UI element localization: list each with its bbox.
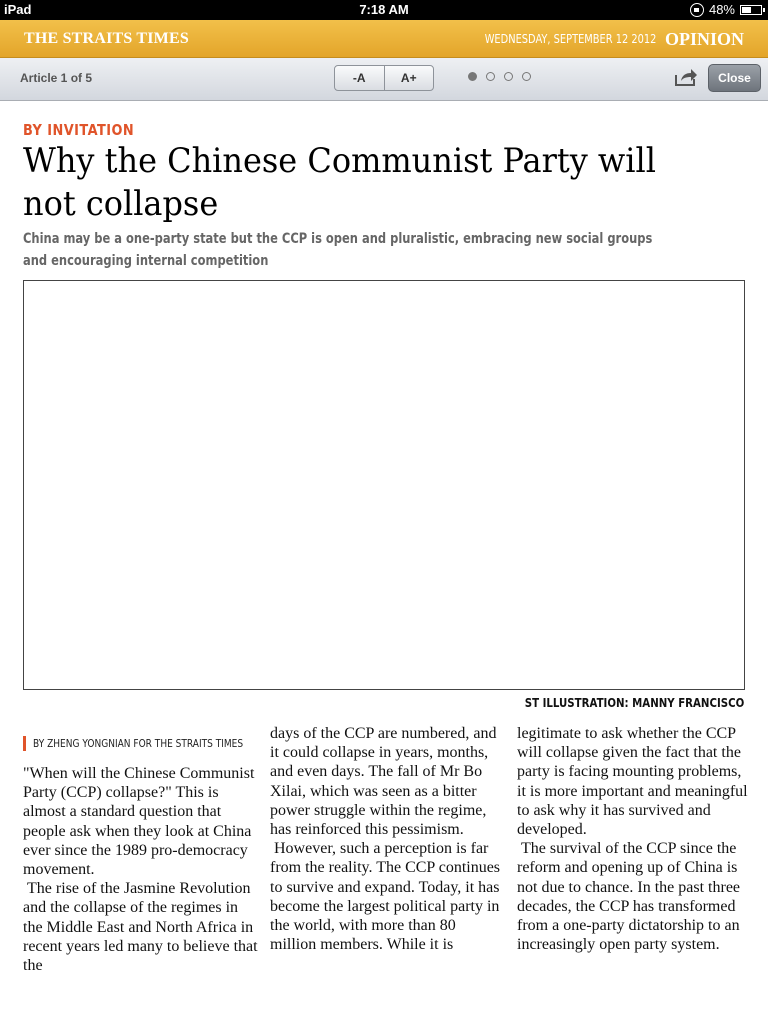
article-column-2: days of the CCP are numbered, and it cou…	[270, 724, 505, 954]
clock: 7:18 AM	[359, 2, 409, 17]
page-dot[interactable]	[522, 72, 531, 81]
paragraph: legitimate to ask whether the CCP will c…	[517, 725, 748, 839]
status-bar: iPad 7:18 AM 48%	[0, 0, 768, 20]
article-toolbar: Article 1 of 5 -A A+ Close	[0, 58, 768, 101]
article-headline: Why the Chinese Communist Party will not…	[23, 141, 656, 224]
article-illustration[interactable]	[23, 280, 745, 690]
paragraph: The survival of the CCP since the reform…	[517, 840, 741, 954]
article-column-1: "When will the Chinese Communist Party (…	[23, 764, 258, 975]
image-credit: ST ILLUSTRATION: MANNY FRANCISCO	[524, 696, 744, 710]
battery-percent: 48%	[708, 2, 735, 17]
paragraph: However, such a perception is far from t…	[270, 840, 501, 954]
article-kicker: BY INVITATION	[23, 121, 135, 139]
page-dot[interactable]	[468, 72, 477, 81]
battery-icon	[740, 4, 765, 15]
status-indicators: 48%	[689, 2, 765, 17]
font-size-control: -A A+	[334, 65, 434, 91]
font-increase-button[interactable]: A+	[383, 66, 434, 90]
font-decrease-button[interactable]: -A	[335, 66, 384, 90]
byline: BY ZHENG YONGNIAN FOR THE STRAITS TIMES	[23, 736, 289, 751]
article-counter: Article 1 of 5	[20, 71, 93, 85]
byline-accent	[23, 736, 26, 751]
page-dot[interactable]	[486, 72, 495, 81]
paragraph: "When will the Chinese Communist Party (…	[23, 765, 255, 879]
article-standfirst: China may be a one-party state but the C…	[23, 231, 653, 269]
close-button[interactable]: Close	[708, 64, 761, 92]
section-title: OPINION	[664, 29, 744, 49]
masthead: THE STRAITS TIMES WEDNESDAY, SEPTEMBER 1…	[0, 20, 768, 58]
page-dot[interactable]	[504, 72, 513, 81]
article-column-3: legitimate to ask whether the CCP will c…	[517, 724, 752, 954]
rotation-lock-icon	[689, 2, 704, 17]
brand-logo[interactable]: THE STRAITS TIMES	[24, 30, 189, 48]
paragraph: The rise of the Jasmine Revolution and t…	[23, 880, 258, 975]
page-indicator[interactable]	[468, 72, 531, 81]
issue-date: WEDNESDAY, SEPTEMBER 12 2012	[484, 32, 656, 46]
paragraph: days of the CCP are numbered, and it cou…	[270, 725, 497, 839]
byline-text: BY ZHENG YONGNIAN FOR THE STRAITS TIMES	[33, 737, 244, 750]
share-icon[interactable]	[674, 67, 698, 87]
